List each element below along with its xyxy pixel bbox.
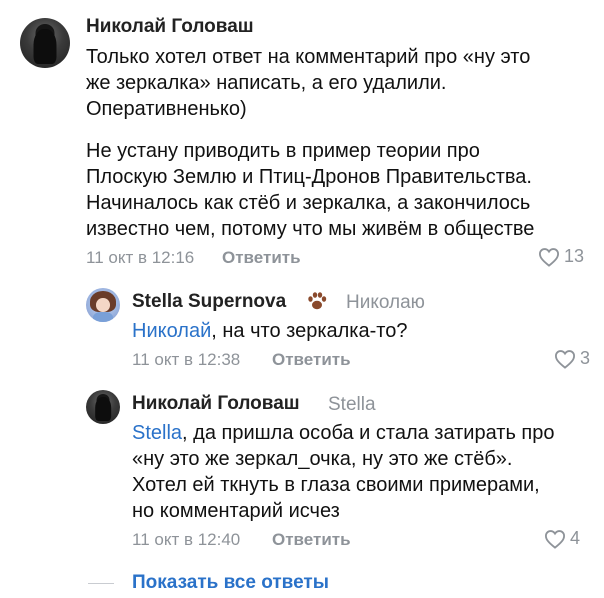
reply-button[interactable]: Ответить <box>222 248 301 268</box>
comment-text: Николай, на что зеркалка-то? <box>132 320 408 342</box>
comment-author[interactable]: Stella Supernova <box>132 291 286 313</box>
heart-icon <box>538 247 560 267</box>
comment-time: 11 окт в 12:40 <box>132 530 241 549</box>
reply-button[interactable]: Ответить <box>272 530 351 550</box>
like-button[interactable]: 13 <box>538 246 584 267</box>
like-count: 4 <box>570 528 581 548</box>
comment-author[interactable]: Николай Головаш <box>132 393 300 415</box>
like-count: 3 <box>580 348 591 368</box>
comment-text-paragraph-2: Не устану приводить в пример теории про … <box>86 140 535 240</box>
like-button[interactable]: 3 <box>554 348 590 369</box>
paw-icon <box>308 292 327 310</box>
avatar[interactable] <box>20 18 70 68</box>
reply-to-name[interactable]: Stella <box>328 394 376 416</box>
avatar[interactable] <box>86 288 120 322</box>
like-button[interactable]: 4 <box>544 528 580 549</box>
avatar[interactable] <box>86 390 120 424</box>
show-all-replies-button[interactable]: Показать все ответы <box>132 572 329 594</box>
mention-link[interactable]: Николай <box>132 320 211 342</box>
reply-to-name[interactable]: Николаю <box>346 292 425 314</box>
divider <box>88 583 114 584</box>
heart-icon <box>554 349 576 369</box>
comment-time: 11 окт в 12:16 <box>86 248 195 267</box>
heart-icon <box>544 529 566 549</box>
reply-button[interactable]: Ответить <box>272 350 351 370</box>
mention-link[interactable]: Stella <box>132 422 182 444</box>
comment-time: 11 окт в 12:38 <box>132 350 241 369</box>
comment-author[interactable]: Николай Головаш <box>86 16 254 38</box>
comment-text: Только хотел ответ на комментарий про «н… <box>86 46 531 120</box>
comment-text: Stella, да пришла особа и стала затирать… <box>132 422 555 522</box>
like-count: 13 <box>564 246 585 266</box>
